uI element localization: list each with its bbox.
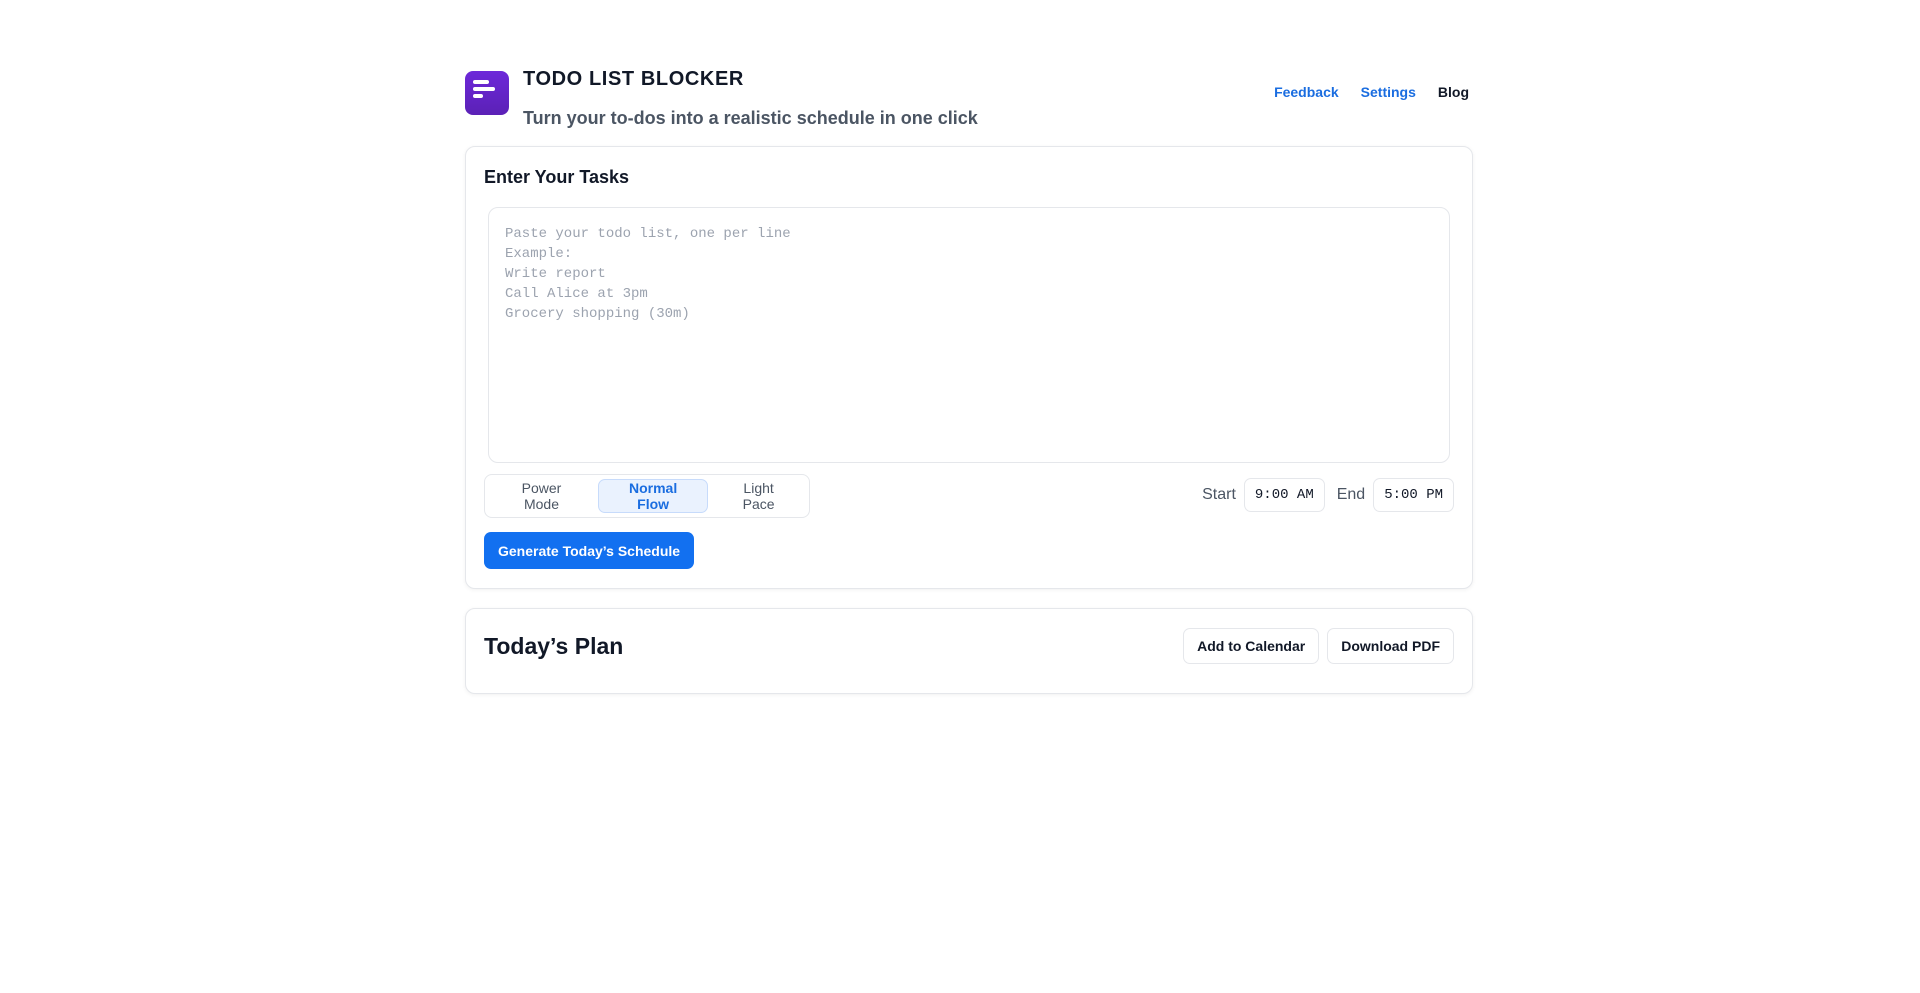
- end-time-field[interactable]: 5:00 PM: [1373, 478, 1454, 512]
- app-page: TODO LIST BLOCKER Turn your to-dos into …: [465, 0, 1473, 694]
- todays-plan-card: Today’s Plan Add to Calendar Download PD…: [465, 608, 1473, 694]
- add-to-calendar-button[interactable]: Add to Calendar: [1183, 628, 1320, 664]
- task-entry-card: Enter Your Tasks Power ModeNormal FlowLi…: [465, 146, 1473, 589]
- app-title: TODO LIST BLOCKER: [523, 68, 744, 90]
- list-lines-icon: [473, 80, 495, 98]
- end-time-label: End: [1336, 486, 1366, 503]
- start-time-label: Start: [1202, 486, 1236, 503]
- nav-settings-link[interactable]: Settings: [1361, 84, 1416, 100]
- nav-blog-link[interactable]: Blog: [1438, 84, 1469, 100]
- task-list-input[interactable]: [488, 207, 1450, 463]
- generate-schedule-button[interactable]: Generate Today’s Schedule: [484, 532, 695, 569]
- download-pdf-button[interactable]: Download PDF: [1327, 628, 1454, 664]
- top-nav: Feedback Settings Blog: [1274, 84, 1469, 100]
- start-time-field[interactable]: 9:00 AM: [1243, 478, 1325, 512]
- pace-selector: Power Mode Normal Flow Light Pace: [484, 474, 810, 518]
- work-hours: Start 9:00 AM End 5:00 PM: [1198, 478, 1454, 512]
- plan-title: Today’s Plan: [484, 633, 624, 659]
- app-header: TODO LIST BLOCKER Turn your to-dos into …: [465, 66, 1473, 146]
- app-logo: [465, 71, 509, 115]
- pace-option-normal-flow[interactable]: Normal Flow: [597, 479, 709, 513]
- plan-actions: Add to Calendar Download PDF: [1183, 628, 1454, 664]
- app-subtitle: Turn your to-dos into a realistic schedu…: [523, 108, 978, 128]
- nav-feedback-link[interactable]: Feedback: [1274, 84, 1339, 100]
- pace-option-power-mode[interactable]: Power Mode: [489, 479, 594, 513]
- task-entry-heading: Enter Your Tasks: [484, 167, 630, 187]
- pace-option-light-pace[interactable]: Light Pace: [712, 479, 805, 513]
